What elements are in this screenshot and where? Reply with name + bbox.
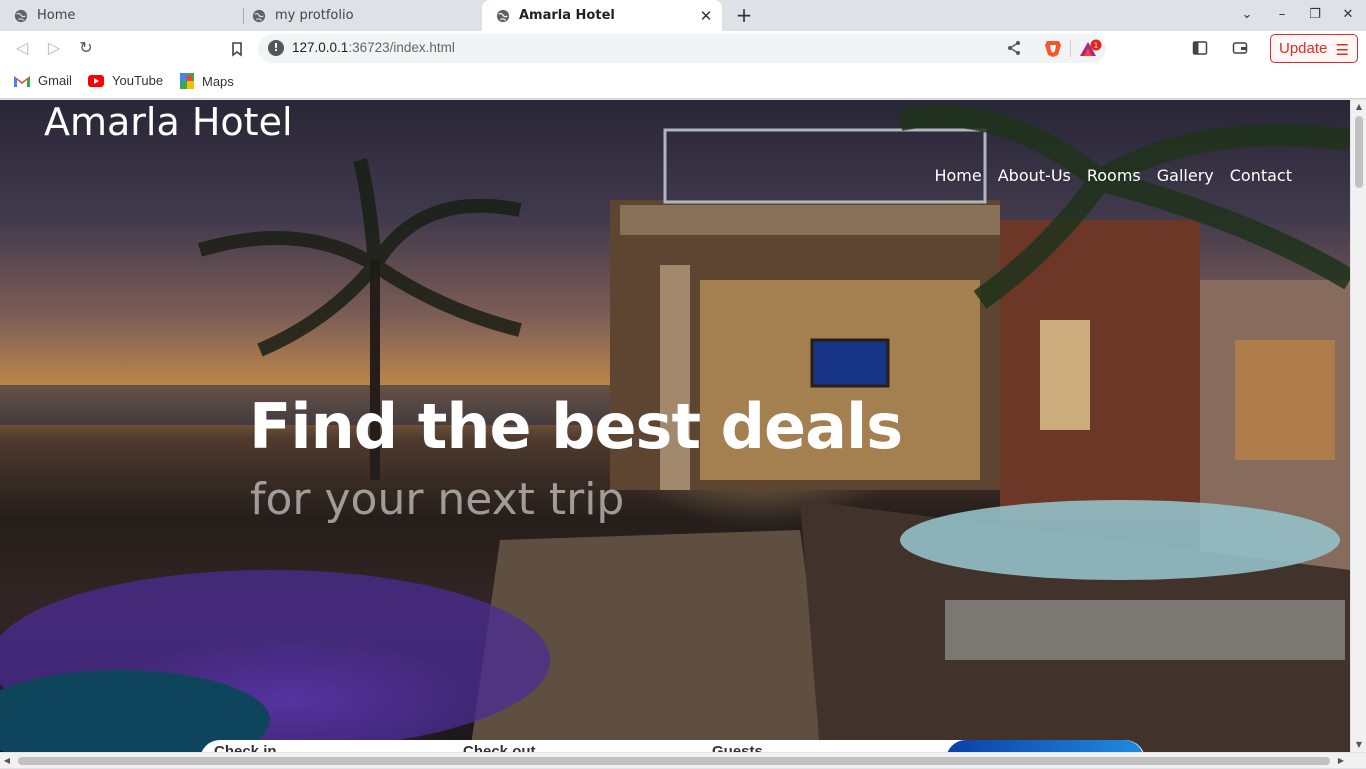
nav-about-us[interactable]: About-Us [998, 166, 1071, 185]
nav-contact[interactable]: Contact [1230, 166, 1292, 185]
scroll-down-icon[interactable]: ▼ [1351, 738, 1366, 752]
gmail-icon [14, 75, 30, 87]
check-in-field[interactable]: Check in [214, 743, 277, 752]
bookmark-gmail[interactable]: Gmail [14, 73, 72, 88]
horizontal-scrollbar[interactable]: ◀ ▶ [0, 752, 1366, 768]
restore-icon[interactable]: ❐ [1305, 5, 1325, 25]
scroll-left-icon[interactable]: ◀ [0, 753, 14, 769]
tab-home[interactable]: Home [0, 0, 242, 31]
tab-portfolio[interactable]: my protfolio [238, 0, 482, 31]
info-icon[interactable]: ! [268, 40, 284, 56]
site-logo[interactable]: Amarla Hotel [44, 100, 293, 144]
update-button[interactable]: Update ☰ [1270, 34, 1358, 63]
close-window-icon[interactable]: ✕ [1338, 5, 1358, 25]
wallet-icon[interactable] [1232, 40, 1248, 56]
new-tab-button[interactable]: + [733, 4, 755, 26]
reload-icon[interactable]: ↻ [75, 37, 97, 59]
minimize-icon[interactable]: – [1272, 5, 1292, 25]
svg-text:1: 1 [1094, 42, 1098, 50]
tab-amarla-hotel[interactable]: Amarla Hotel ✕ [482, 0, 722, 31]
check-out-field[interactable]: Check out [463, 743, 536, 752]
address-bar[interactable]: ! 127.0.0.1:36723/index.html 1 [258, 34, 1106, 63]
brave-shield-icon[interactable] [1044, 39, 1062, 58]
tab-title: Home [37, 8, 76, 23]
scroll-up-icon[interactable]: ▲ [1351, 100, 1366, 114]
divider [1070, 40, 1071, 57]
forward-icon[interactable]: ▷ [43, 37, 65, 59]
share-icon[interactable] [1006, 40, 1022, 56]
globe-icon [496, 9, 510, 22]
bookmark-maps[interactable]: Maps [180, 73, 234, 89]
rewards-icon[interactable]: 1 [1078, 39, 1102, 59]
scroll-thumb[interactable] [18, 757, 1330, 765]
hero-subtitle: for your next trip [250, 474, 625, 525]
close-icon[interactable]: ✕ [698, 8, 714, 24]
nav-home[interactable]: Home [934, 166, 981, 185]
page-viewport: Amarla Hotel Home About-Us Rooms Gallery… [0, 100, 1350, 752]
sidebar-icon[interactable] [1192, 40, 1208, 56]
nav-rooms[interactable]: Rooms [1087, 166, 1141, 185]
browser-toolbar: ◁ ▷ ↻ ! 127.0.0.1:36723/index.html 1 Upd… [0, 31, 1366, 66]
back-icon[interactable]: ◁ [11, 37, 33, 59]
globe-icon [252, 9, 266, 22]
hero-title: Find the best deals [249, 390, 903, 463]
guests-field[interactable]: Guests [712, 743, 763, 752]
maps-icon [180, 73, 194, 89]
vertical-scrollbar[interactable]: ▲ ▼ [1350, 100, 1366, 752]
search-button[interactable] [946, 740, 1144, 752]
globe-icon [14, 9, 28, 22]
bookmark-icon[interactable] [229, 41, 245, 57]
tab-title: my protfolio [275, 8, 354, 23]
chevron-down-icon[interactable]: ⌄ [1237, 5, 1257, 25]
tab-strip: Home my protfolio Amarla Hotel ✕ + ⌄ – ❐… [0, 0, 1366, 31]
scroll-thumb[interactable] [1355, 116, 1363, 188]
bookmark-youtube[interactable]: YouTube [88, 73, 163, 88]
url-text: 127.0.0.1:36723/index.html [292, 40, 455, 55]
menu-icon: ☰ [1335, 42, 1349, 59]
bookmarks-bar: Gmail YouTube Maps [0, 66, 1366, 99]
tab-title: Amarla Hotel [519, 8, 615, 23]
youtube-icon [88, 74, 104, 87]
nav-gallery[interactable]: Gallery [1157, 166, 1214, 185]
main-nav: Home About-Us Rooms Gallery Contact [934, 166, 1292, 185]
scroll-right-icon[interactable]: ▶ [1334, 753, 1348, 769]
